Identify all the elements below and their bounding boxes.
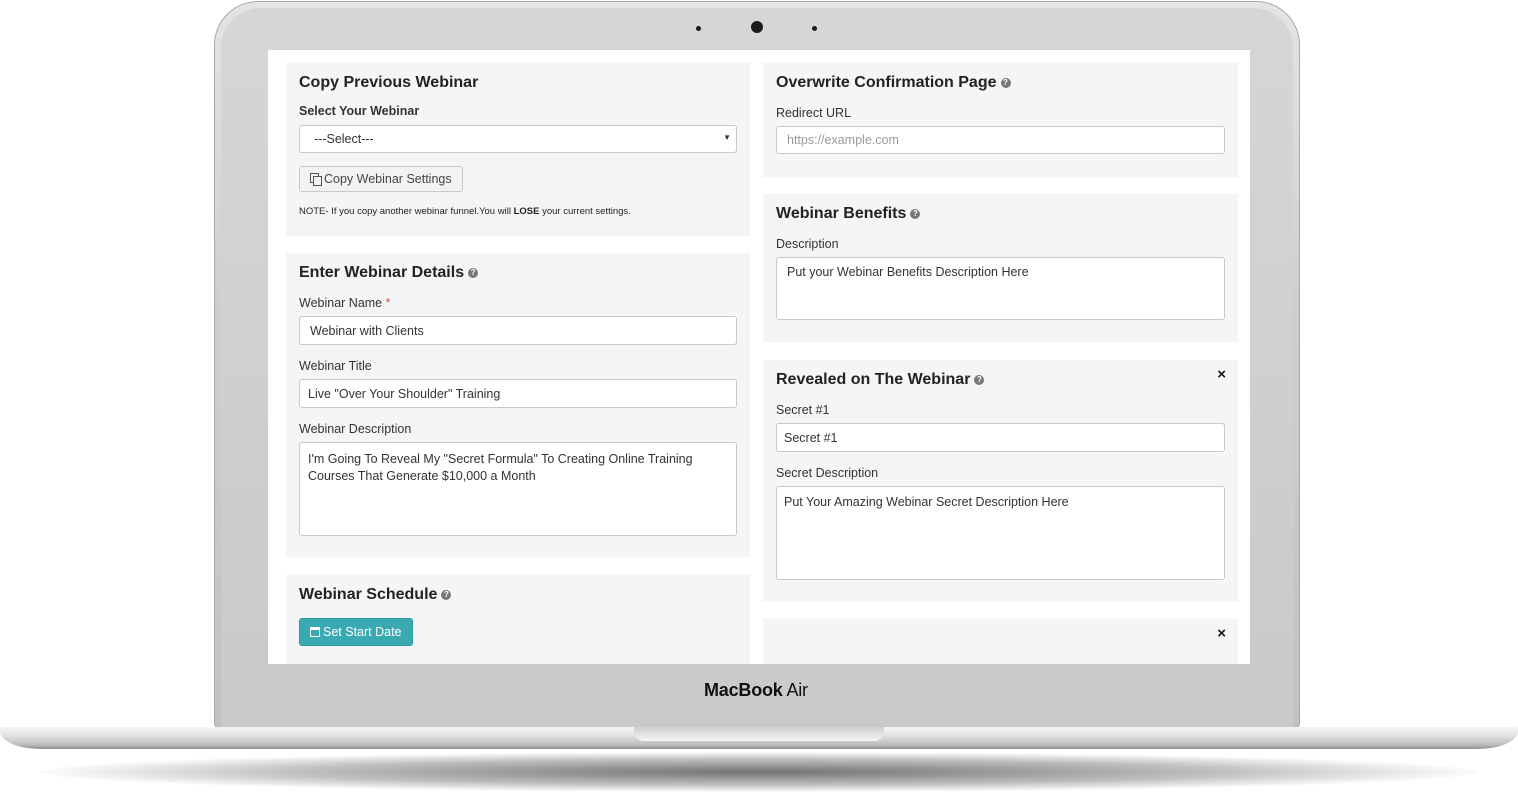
- calendar-icon: [310, 627, 320, 637]
- webinar-schedule-panel: Webinar Schedule? Set Start Date: [286, 575, 750, 664]
- copy-webinar-panel: Copy Previous Webinar Select Your Webina…: [286, 63, 750, 236]
- help-icon[interactable]: ?: [1000, 77, 1011, 88]
- webinar-benefits-panel: Webinar Benefits? Description Put your W…: [763, 194, 1238, 342]
- laptop-hinge-notch: [634, 727, 884, 741]
- select-webinar-dropdown[interactable]: ---Select--- ▼: [299, 125, 737, 153]
- secret-1-label: Secret #1: [776, 403, 830, 417]
- set-start-date-label: Set Start Date: [323, 625, 402, 639]
- chevron-down-icon: ▼: [723, 133, 731, 142]
- help-icon[interactable]: ?: [441, 589, 452, 600]
- help-icon[interactable]: ?: [910, 208, 921, 219]
- secret-panel-2: ×: [763, 619, 1238, 664]
- camera-dot-right: [812, 26, 817, 31]
- camera-lens: [751, 21, 763, 33]
- help-icon[interactable]: ?: [974, 374, 985, 385]
- webinar-details-title: Enter Webinar Details?: [299, 263, 737, 283]
- benefits-description-textarea[interactable]: Put your Webinar Benefits Description He…: [776, 257, 1225, 320]
- copy-webinar-settings-label: Copy Webinar Settings: [324, 172, 452, 186]
- confirmation-page-title: Overwrite Confirmation Page?: [776, 73, 1225, 93]
- secret-description-textarea[interactable]: Put Your Amazing Webinar Secret Descript…: [776, 486, 1225, 580]
- confirmation-page-panel: Overwrite Confirmation Page? Redirect UR…: [763, 63, 1238, 177]
- redirect-url-label: Redirect URL: [776, 106, 852, 120]
- select-webinar-label: Select Your Webinar: [299, 104, 420, 118]
- close-icon[interactable]: ×: [1217, 366, 1226, 383]
- set-start-date-button[interactable]: Set Start Date: [299, 618, 413, 646]
- webinar-benefits-title: Webinar Benefits?: [776, 204, 1225, 224]
- select-webinar-value: ---Select---: [299, 125, 737, 153]
- secret-description-label: Secret Description: [776, 466, 879, 480]
- webinar-name-label: Webinar Name *: [299, 296, 391, 310]
- webinar-details-panel: Enter Webinar Details? Webinar Name * We…: [286, 253, 750, 557]
- help-icon[interactable]: ?: [468, 267, 479, 278]
- webinar-name-input[interactable]: [299, 316, 737, 345]
- webinar-description-label: Webinar Description: [299, 422, 412, 436]
- close-icon[interactable]: ×: [1217, 625, 1226, 642]
- webinar-title-input[interactable]: [299, 379, 737, 408]
- camera-dot-left: [696, 26, 701, 31]
- copy-webinar-title: Copy Previous Webinar: [299, 74, 479, 91]
- required-marker: *: [385, 296, 391, 310]
- copy-warning-note: NOTE- If you copy another webinar funnel…: [299, 206, 631, 217]
- copy-icon: [310, 173, 322, 186]
- benefits-description-label: Description: [776, 237, 839, 251]
- copy-webinar-settings-button[interactable]: Copy Webinar Settings: [299, 166, 463, 192]
- revealed-on-webinar-title: Revealed on The Webinar?: [776, 370, 1225, 390]
- webinar-schedule-title: Webinar Schedule?: [299, 585, 737, 605]
- laptop-shadow: [40, 752, 1478, 792]
- revealed-on-webinar-panel: × Revealed on The Webinar? Secret #1 Sec…: [763, 360, 1238, 601]
- screen: Copy Previous Webinar Select Your Webina…: [268, 50, 1250, 664]
- secret-1-input[interactable]: [776, 423, 1225, 452]
- webinar-description-textarea[interactable]: I'm Going To Reveal My "Secret Formula" …: [299, 442, 737, 536]
- webinar-title-label: Webinar Title: [299, 359, 372, 373]
- redirect-url-input[interactable]: [776, 126, 1225, 154]
- device-brand-label: MacBook Air: [704, 680, 808, 700]
